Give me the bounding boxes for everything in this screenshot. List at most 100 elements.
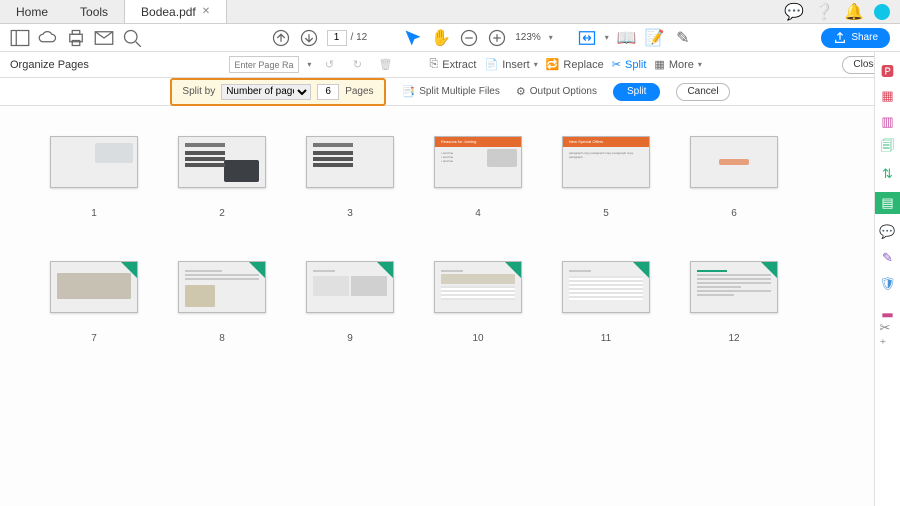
fit-width-icon[interactable] xyxy=(577,28,597,48)
sidebar-toggle-icon[interactable] xyxy=(10,28,30,48)
page-number: 3 xyxy=(347,208,353,219)
insert-icon: 📄 xyxy=(484,58,498,71)
tab-home[interactable]: Home xyxy=(0,0,64,23)
app-tabbar: Home Tools Bodea.pdf ✕ 💬 ❔ 🔔 xyxy=(0,0,900,24)
print-icon[interactable] xyxy=(66,28,86,48)
pointer-icon[interactable] xyxy=(403,28,423,48)
replace-button[interactable]: 🔁Replace xyxy=(546,58,604,71)
page-range-input[interactable] xyxy=(229,56,299,73)
page-number: 9 xyxy=(347,333,353,344)
extract-label: Extract xyxy=(442,59,476,71)
page-thumb[interactable]: 11 xyxy=(562,261,650,344)
extract-icon: ⎘ xyxy=(429,58,438,71)
page-number: 11 xyxy=(601,333,611,344)
replace-icon: 🔁 xyxy=(546,58,560,71)
annotate-icon[interactable]: 📝 xyxy=(645,28,665,48)
rotate-cw-icon[interactable]: ↻ xyxy=(347,55,367,75)
page-thumb[interactable]: 6 xyxy=(690,136,778,219)
split-method-select[interactable]: Number of pages xyxy=(221,84,311,100)
extract-button[interactable]: ⎘ Extract xyxy=(429,58,476,71)
page-number: 10 xyxy=(472,333,483,344)
sign-icon[interactable]: ✎ xyxy=(673,28,693,48)
zoom-dropdown-caret[interactable]: ▾ xyxy=(549,33,553,42)
page-thumb[interactable]: 3 xyxy=(306,136,394,219)
quick-toolbar: / 12 ✋ 123% ▾ ▾ 📖 📝 ✎ Share xyxy=(0,24,900,52)
help-icon[interactable]: ❔ xyxy=(814,2,834,22)
page-thumb[interactable]: Reasons for Joining• text line• text lin… xyxy=(434,136,522,219)
prev-page-icon[interactable] xyxy=(271,28,291,48)
more-icon: ▦ xyxy=(654,58,664,71)
cancel-button[interactable]: Cancel xyxy=(676,83,729,101)
mail-icon[interactable] xyxy=(94,28,114,48)
page-total-label: / 12 xyxy=(351,32,368,43)
chat-icon[interactable]: 💬 xyxy=(784,2,804,22)
tab-tools[interactable]: Tools xyxy=(64,0,124,23)
avatar[interactable] xyxy=(874,4,890,20)
right-tool-rail: 🅿 ▦ ▥ 🗐 ⇅ ▤ 💬 ✎ 🛡 ▂ ✂⁺ xyxy=(874,52,900,506)
page-thumb[interactable]: 10 xyxy=(434,261,522,344)
insert-button[interactable]: 📄Insert▾ xyxy=(484,58,537,71)
rail-organize-active-icon[interactable]: ▤ xyxy=(875,192,900,214)
tab-home-label: Home xyxy=(16,5,48,19)
rail-export-pdf-icon[interactable]: ▥ xyxy=(880,114,896,130)
rail-redact-icon[interactable]: ▂ xyxy=(880,302,896,318)
cloud-icon[interactable] xyxy=(38,28,58,48)
page-thumb[interactable]: 9 xyxy=(306,261,394,344)
zoom-out-icon[interactable] xyxy=(459,28,479,48)
search-icon[interactable] xyxy=(122,28,142,48)
rail-protect-icon[interactable]: 🛡 xyxy=(880,276,896,292)
rail-comment-icon[interactable]: 💬 xyxy=(880,224,896,240)
thumbnail-grid: 1 2 3 Reasons for Joining• text line• te… xyxy=(0,106,874,506)
tab-document-label: Bodea.pdf xyxy=(141,5,196,19)
page-number: 1 xyxy=(91,208,97,219)
cancel-label: Cancel xyxy=(687,86,718,97)
more-caret: ▾ xyxy=(698,60,702,69)
bell-icon[interactable]: 🔔 xyxy=(844,2,864,22)
page-thumb[interactable]: 8 xyxy=(178,261,266,344)
output-options-button[interactable]: ⚙Output Options xyxy=(516,85,597,98)
split-button[interactable]: Split xyxy=(613,83,660,101)
scissors-icon: ✂ xyxy=(612,58,621,71)
zoom-in-icon[interactable] xyxy=(487,28,507,48)
organize-title: Organize Pages xyxy=(10,59,89,71)
split-tool-button[interactable]: ✂ Split xyxy=(612,58,647,71)
close-tab-icon[interactable]: ✕ xyxy=(202,6,210,17)
split-multiple-button[interactable]: 📑Split Multiple Files xyxy=(402,85,500,98)
rail-organize-icon[interactable]: ⇅ xyxy=(880,166,896,182)
share-label: Share xyxy=(851,32,878,43)
page-thumb[interactable]: 2 xyxy=(178,136,266,219)
hand-icon[interactable]: ✋ xyxy=(431,28,451,48)
rail-create-pdf-icon[interactable]: 🅿 xyxy=(880,62,896,78)
rotate-ccw-icon[interactable]: ↺ xyxy=(319,55,339,75)
page-thumb[interactable]: 1 xyxy=(50,136,138,219)
page-number: 6 xyxy=(731,208,737,219)
rail-more-tools-icon[interactable]: ✂⁺ xyxy=(880,328,896,344)
page-thumb[interactable]: 7 xyxy=(50,261,138,344)
multiple-files-icon: 📑 xyxy=(402,85,416,98)
rail-fill-sign-icon[interactable]: ✎ xyxy=(880,250,896,266)
tab-document[interactable]: Bodea.pdf ✕ xyxy=(124,0,227,23)
page-thumb[interactable]: 12 xyxy=(690,261,778,344)
page-number: 2 xyxy=(219,208,225,219)
page-number: 12 xyxy=(728,333,739,344)
output-options-label: Output Options xyxy=(530,86,597,97)
page-current-input[interactable] xyxy=(327,30,347,46)
split-options-box: Split by Number of pages Pages xyxy=(170,78,385,106)
zoom-label: 123% xyxy=(515,32,541,43)
split-tool-label: Split xyxy=(625,59,646,71)
page-thumb[interactable]: New Special Offersparagraph copy paragra… xyxy=(562,136,650,219)
more-button[interactable]: ▦More▾ xyxy=(654,58,701,71)
rail-combine-icon[interactable]: 🗐 xyxy=(880,140,896,156)
page-range-caret[interactable]: ▾ xyxy=(307,60,311,69)
split-value-input[interactable] xyxy=(317,84,339,100)
fit-dropdown-caret[interactable]: ▾ xyxy=(605,33,609,42)
insert-caret: ▾ xyxy=(534,60,538,69)
read-mode-icon[interactable]: 📖 xyxy=(617,28,637,48)
next-page-icon[interactable] xyxy=(299,28,319,48)
page-number: 8 xyxy=(219,333,225,344)
page-number: 4 xyxy=(475,208,481,219)
rail-edit-pdf-icon[interactable]: ▦ xyxy=(880,88,896,104)
page-indicator: / 12 xyxy=(327,30,368,46)
share-button[interactable]: Share xyxy=(821,28,890,48)
delete-icon[interactable]: 🗑 xyxy=(375,55,395,75)
